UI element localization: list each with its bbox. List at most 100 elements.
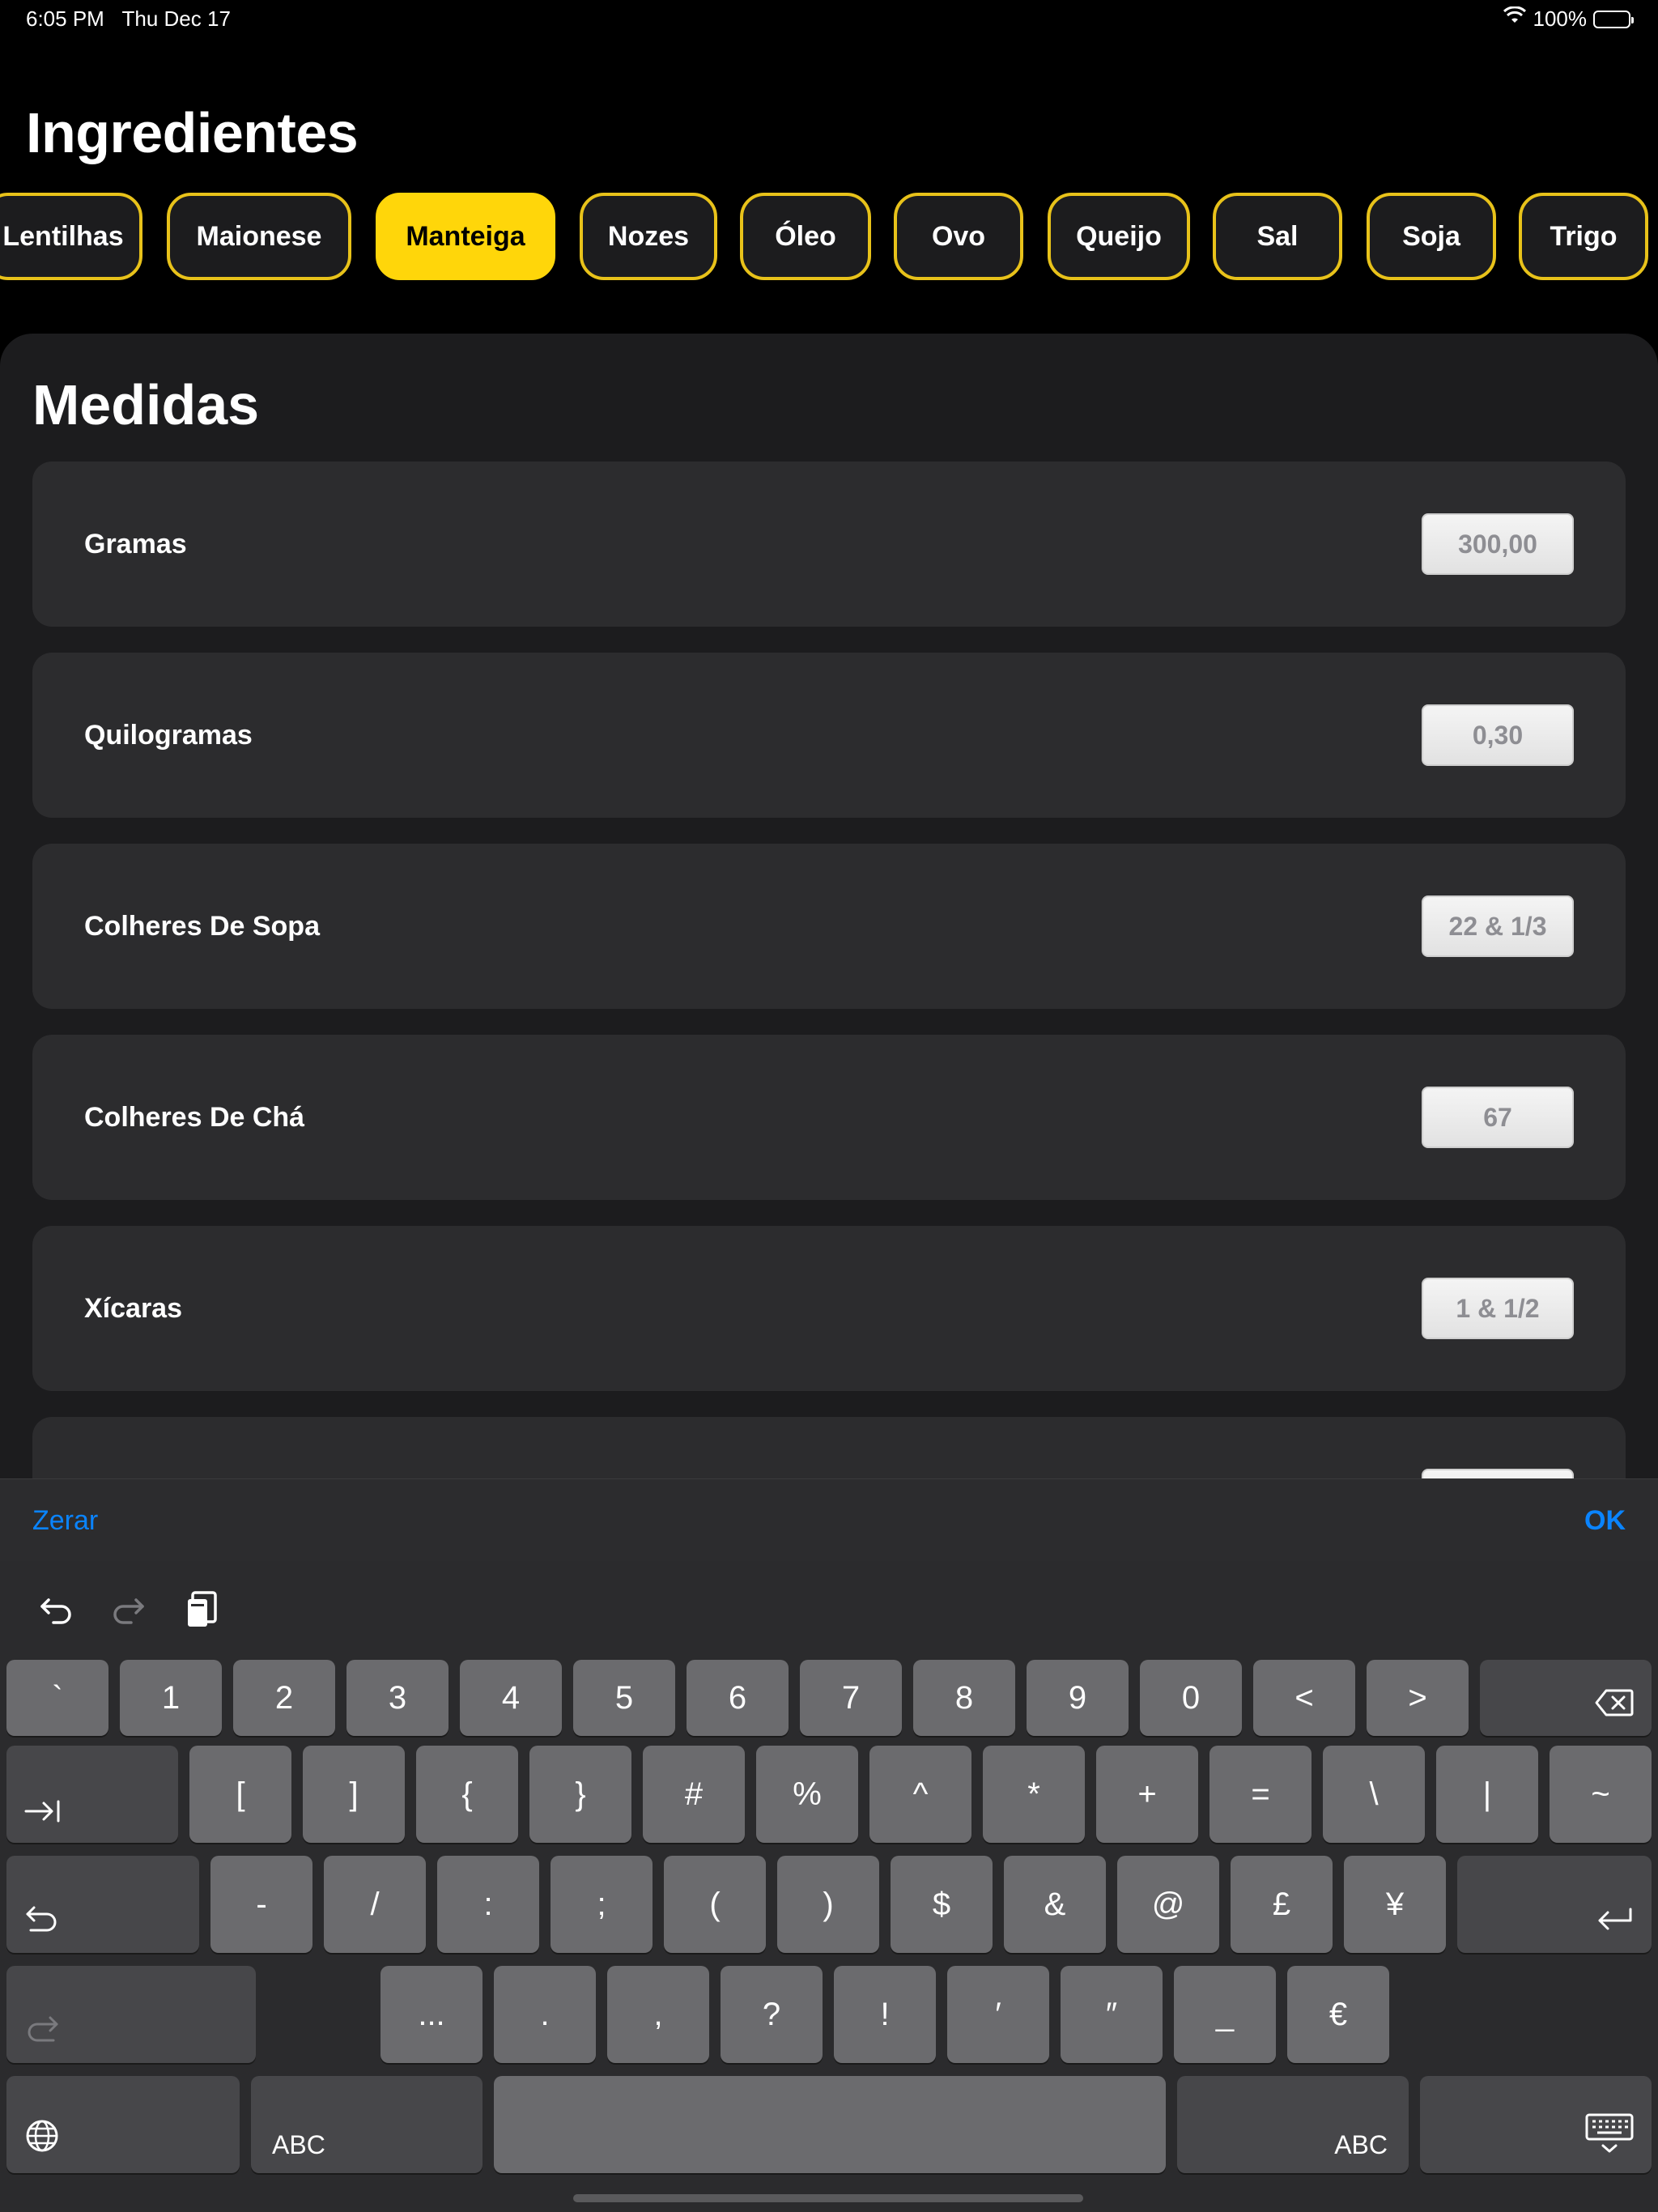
measure-label: Gramas: [84, 528, 187, 559]
undo-icon: [24, 1904, 60, 1942]
abc-key-right[interactable]: ABC: [1177, 2076, 1409, 2173]
redo-icon: [24, 2014, 60, 2052]
key-close-paren[interactable]: ): [777, 1856, 879, 1953]
key-close-bracket[interactable]: ]: [303, 1746, 405, 1843]
measure-label: Colheres De Chá: [84, 1101, 305, 1133]
battery-percent: 100%: [1533, 6, 1588, 31]
key-8[interactable]: 8: [913, 1660, 1015, 1736]
key-2[interactable]: 2: [233, 1660, 335, 1736]
key-5[interactable]: 5: [573, 1660, 675, 1736]
page-title: Ingredientes: [26, 101, 359, 164]
key-minus[interactable]: -: [210, 1856, 312, 1953]
measure-row-gramas: Gramas 300,00: [32, 462, 1626, 627]
chip-trigo[interactable]: Trigo: [1519, 193, 1648, 280]
ingredient-chips: Lentilhas Maionese Manteiga Nozes Óleo O…: [0, 193, 1658, 282]
key-equals[interactable]: =: [1209, 1746, 1312, 1843]
key-double-prime[interactable]: ″: [1061, 1966, 1163, 2063]
measure-input-xicaras[interactable]: 1 & 1/2: [1422, 1278, 1574, 1339]
key-exclamation[interactable]: !: [834, 1966, 936, 2063]
key-ellipsis[interactable]: ...: [380, 1966, 483, 2063]
key-ampersand[interactable]: &: [1004, 1856, 1106, 1953]
dismiss-keyboard-key[interactable]: [1420, 2076, 1652, 2173]
measure-input-quilogramas[interactable]: 0,30: [1422, 704, 1574, 766]
key-backtick[interactable]: `: [6, 1660, 108, 1736]
keyboard: ` 1 2 3 4 5 6 7 8 9 0 < > [ ] { } # % ^ …: [0, 1561, 1658, 2212]
paste-icon[interactable]: [178, 1585, 227, 1634]
key-euro[interactable]: €: [1287, 1966, 1389, 2063]
backspace-icon: [1595, 1688, 1634, 1725]
measure-row-colheres-sopa: Colheres De Sopa 22 & 1/3: [32, 844, 1626, 1009]
chip-soja[interactable]: Soja: [1367, 193, 1496, 280]
key-asterisk[interactable]: *: [983, 1746, 1085, 1843]
key-close-brace[interactable]: }: [529, 1746, 631, 1843]
key-backslash[interactable]: \: [1323, 1746, 1425, 1843]
chip-manteiga[interactable]: Manteiga: [376, 193, 555, 280]
key-greater-than[interactable]: >: [1367, 1660, 1469, 1736]
tab-icon: [24, 1795, 62, 1831]
input-accessory-bar: Zerar OK: [0, 1478, 1658, 1561]
chip-oleo[interactable]: Óleo: [740, 193, 871, 280]
chip-sal[interactable]: Sal: [1213, 193, 1342, 280]
key-pipe[interactable]: |: [1436, 1746, 1538, 1843]
undo-key[interactable]: [6, 1856, 199, 1953]
key-open-paren[interactable]: (: [664, 1856, 766, 1953]
abc-key-left[interactable]: ABC: [251, 2076, 483, 2173]
globe-key[interactable]: [6, 2076, 240, 2173]
key-3[interactable]: 3: [346, 1660, 449, 1736]
measure-input-colheres-sopa[interactable]: 22 & 1/3: [1422, 895, 1574, 957]
measure-input-colheres-cha[interactable]: 67: [1422, 1087, 1574, 1148]
key-slash[interactable]: /: [324, 1856, 426, 1953]
keyboard-toolbar: [0, 1561, 1658, 1655]
key-dollar[interactable]: $: [891, 1856, 993, 1953]
undo-icon[interactable]: [32, 1585, 81, 1634]
key-prime[interactable]: ′: [947, 1966, 1049, 2063]
key-question[interactable]: ?: [721, 1966, 823, 2063]
home-indicator[interactable]: [573, 2194, 1083, 2202]
key-semicolon[interactable]: ;: [551, 1856, 653, 1953]
key-less-than[interactable]: <: [1253, 1660, 1355, 1736]
chip-ovo[interactable]: Ovo: [894, 193, 1023, 280]
key-at[interactable]: @: [1117, 1856, 1219, 1953]
measure-row-partial: [32, 1417, 1626, 1483]
tab-key[interactable]: [6, 1746, 178, 1843]
measures-sheet: Medidas Gramas 300,00 Quilogramas 0,30 C…: [0, 334, 1658, 1483]
key-9[interactable]: 9: [1027, 1660, 1129, 1736]
redo-icon[interactable]: [104, 1585, 152, 1634]
reset-button[interactable]: Zerar: [32, 1479, 98, 1562]
key-plus[interactable]: +: [1096, 1746, 1198, 1843]
key-comma[interactable]: ,: [607, 1966, 709, 2063]
return-key[interactable]: [1457, 1856, 1652, 1953]
key-1[interactable]: 1: [120, 1660, 222, 1736]
sheet-title: Medidas: [32, 373, 260, 436]
space-key[interactable]: [494, 2076, 1166, 2173]
key-tilde[interactable]: ~: [1550, 1746, 1652, 1843]
chip-maionese[interactable]: Maionese: [167, 193, 351, 280]
key-percent[interactable]: %: [756, 1746, 858, 1843]
ok-button[interactable]: OK: [1584, 1479, 1626, 1562]
measure-label: Colheres De Sopa: [84, 910, 320, 942]
return-icon: [1595, 1905, 1634, 1942]
delete-key[interactable]: [1480, 1660, 1652, 1736]
chip-nozes[interactable]: Nozes: [580, 193, 717, 280]
key-6[interactable]: 6: [687, 1660, 789, 1736]
key-0[interactable]: 0: [1140, 1660, 1242, 1736]
measure-row-xicaras: Xícaras 1 & 1/2: [32, 1226, 1626, 1391]
key-yen[interactable]: ¥: [1344, 1856, 1446, 1953]
key-underscore[interactable]: _: [1174, 1966, 1276, 2063]
key-7[interactable]: 7: [800, 1660, 902, 1736]
key-period[interactable]: .: [494, 1966, 596, 2063]
chip-queijo[interactable]: Queijo: [1048, 193, 1190, 280]
chip-lentilhas[interactable]: Lentilhas: [0, 193, 142, 280]
status-bar: 6:05 PM Thu Dec 17 100%: [0, 0, 1658, 39]
key-4[interactable]: 4: [460, 1660, 562, 1736]
key-pound[interactable]: £: [1231, 1856, 1333, 1953]
measure-input-gramas[interactable]: 300,00: [1422, 513, 1574, 575]
key-open-brace[interactable]: {: [416, 1746, 518, 1843]
wifi-icon: [1503, 6, 1527, 32]
battery-icon: [1593, 10, 1634, 28]
key-caret[interactable]: ^: [869, 1746, 971, 1843]
key-open-bracket[interactable]: [: [189, 1746, 291, 1843]
redo-key[interactable]: [6, 1966, 256, 2063]
key-hash[interactable]: #: [643, 1746, 745, 1843]
key-colon[interactable]: :: [437, 1856, 539, 1953]
